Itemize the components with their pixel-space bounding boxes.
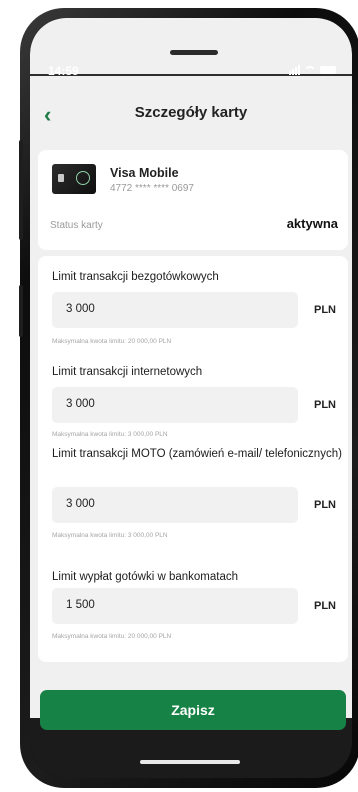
limit-label: Limit wypłat gotówki w bankomatach xyxy=(52,571,238,583)
currency-label: PLN xyxy=(314,499,336,511)
currency-label: PLN xyxy=(314,600,336,612)
card-thumbnail xyxy=(52,164,96,194)
page-title: Szczegóły karty xyxy=(134,104,248,121)
card-summary: Visa Mobile 4772 **** **** 0697 Status k… xyxy=(38,150,348,250)
limit-label: Limit transakcji MOTO (zamówień e-mail/ … xyxy=(52,448,342,460)
currency-label: PLN xyxy=(314,399,336,411)
limit-hint: Maksymalna kwota limitu: 3 000,00 PLN xyxy=(52,532,168,539)
currency-label: PLN xyxy=(314,304,336,316)
limit-label: Limit transakcji internetowych xyxy=(52,366,203,378)
limit-value: 3 000 xyxy=(66,498,95,510)
wifi-icon xyxy=(304,65,316,75)
phone-screen: 14:59 ‹ Szczegóły karty Visa Mobile 4772… xyxy=(30,18,352,778)
speaker-grille xyxy=(170,50,218,55)
limit-input[interactable]: 3 000 xyxy=(52,487,298,523)
limit-hint: Maksymalna kwota limitu: 3 000,00 PLN xyxy=(52,431,168,438)
save-button[interactable]: Zapisz xyxy=(40,690,346,730)
limit-hint: Maksymalna kwota limitu: 20 000,00 PLN xyxy=(52,633,172,640)
limit-label: Limit transakcji bezgotówkowych xyxy=(52,271,219,283)
limit-input[interactable]: 3 000 xyxy=(52,387,298,423)
status-icons xyxy=(289,65,336,75)
limit-value: 1 500 xyxy=(66,599,95,611)
limit-value: 3 000 xyxy=(66,303,95,315)
status-bar: 14:59 xyxy=(30,62,352,82)
card-name: Visa Mobile xyxy=(110,166,179,180)
limits-panel: Limit transakcji bezgotówkowych 3 000 PL… xyxy=(38,256,348,662)
status-value: aktywna xyxy=(286,216,338,231)
limit-input[interactable]: 1 500 xyxy=(52,588,298,624)
card-number: 4772 **** **** 0697 xyxy=(110,183,194,194)
signal-icon xyxy=(289,65,300,75)
battery-icon xyxy=(320,66,336,74)
limit-value: 3 000 xyxy=(66,398,95,410)
side-button xyxy=(19,140,23,240)
status-label: Status karty xyxy=(50,220,103,231)
side-button xyxy=(19,285,23,337)
home-indicator[interactable] xyxy=(140,760,240,764)
status-time: 14:59 xyxy=(48,64,79,78)
header: ‹ Szczegóły karty xyxy=(30,96,352,132)
limit-input[interactable]: 3 000 xyxy=(52,292,298,328)
limit-hint: Maksymalna kwota limitu: 20 000,00 PLN xyxy=(52,338,172,345)
